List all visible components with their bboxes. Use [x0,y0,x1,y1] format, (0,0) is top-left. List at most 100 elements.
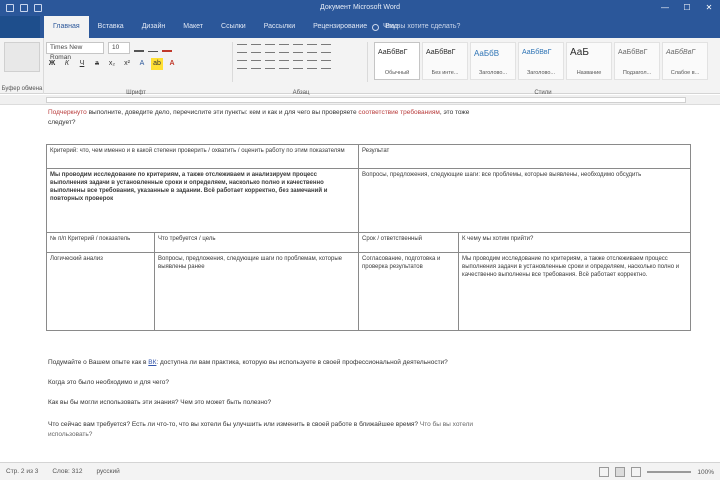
style-no-spacing[interactable]: АаБбВвГ Без инте... [422,42,468,80]
style-heading-2[interactable]: АаБбВвГ Заголово... [518,42,564,80]
style-sample: АаБбВвГ [618,49,648,56]
style-name: Без инте... [431,70,459,76]
title-bar: Документ Microsoft Word — ☐ ✕ [0,0,720,16]
font-size-select[interactable]: 10 [108,42,130,54]
table-cell[interactable]: Мы проводим исследование по критериям, а… [458,252,692,331]
table-cell[interactable]: Вопросы, предложения, следующие шаги по … [153,252,360,331]
align-center-icon[interactable] [251,60,261,69]
strikethrough-icon[interactable]: a [91,58,103,70]
clipboard-group: Буфер обмена [0,38,44,94]
table-cell[interactable]: № п/п Критерий / показатель [46,232,155,253]
text-effects-icon[interactable]: A [136,58,148,70]
zoom-slider[interactable] [647,471,692,473]
numbering-icon[interactable] [251,44,261,53]
style-name: Обычный [384,70,410,76]
align-right-icon[interactable] [265,60,275,69]
style-name: Подзагол... [622,70,652,76]
decrease-indent-icon[interactable] [279,44,289,53]
bullets-icon[interactable] [237,44,247,53]
table-cell[interactable]: Критерий: что, чем именно и в какой степ… [45,144,360,169]
clear-format-icon[interactable] [162,42,172,52]
language-indicator[interactable]: русский [96,463,119,480]
multilevel-list-icon[interactable] [265,44,275,53]
tab-review[interactable]: Рецензирование [304,16,376,38]
document-page[interactable]: Подчеркнуто выполните, доведите дело, пе… [44,106,692,462]
shading-icon[interactable] [307,60,317,69]
style-sample: АаБбВвГ [378,49,408,56]
print-layout-icon[interactable] [615,467,626,477]
tab-mailings[interactable]: Рассылки [255,16,304,38]
table-row: Критерий: что, чем именно и в какой степ… [45,144,692,169]
align-left-icon[interactable] [237,60,247,69]
document-area[interactable]: Подчеркнуто выполните, доведите дело, пе… [0,106,720,462]
question-4-line-2: использовать? [48,431,93,438]
table-cell[interactable]: Срок / ответственный [358,232,460,253]
sort-icon[interactable] [307,44,317,53]
save-icon[interactable] [6,4,14,12]
tell-me-box[interactable]: Что вы хотите сделать? [372,21,460,33]
font-name-select[interactable]: Times New Roman [46,42,104,61]
paste-button[interactable] [4,42,40,72]
redo-icon[interactable] [34,4,42,12]
style-heading-1[interactable]: АаБбВ Заголово... [470,42,516,80]
maximize-button[interactable]: ☐ [676,0,698,16]
table-cell[interactable]: К чему мы хотим прийти? [458,232,692,253]
show-marks-icon[interactable] [321,44,331,53]
tab-insert[interactable]: Вставка [89,16,133,38]
zoom-level[interactable]: 100% [697,469,714,476]
question-3: Как вы бы могли использовать эти знания?… [48,399,272,406]
tab-home[interactable]: Главная [44,16,89,38]
style-subtle-emphasis[interactable]: АаБбВвГ Слабое в... [662,42,708,80]
font-color-icon[interactable]: A [166,58,178,70]
table-cell[interactable]: Логический анализ [46,252,155,331]
close-button[interactable]: ✕ [698,0,720,16]
question-4-tail: Что бы вы хотели [418,421,474,428]
table-cell[interactable]: Мы проводим исследование по критериям, а… [45,168,360,233]
intro-line-2: следует? [48,119,76,126]
table-cell[interactable]: Результат [358,144,692,169]
tab-layout[interactable]: Макет [174,16,212,38]
justify-icon[interactable] [279,60,289,69]
horizontal-ruler[interactable] [0,95,720,105]
tab-design[interactable]: Дизайн [133,16,175,38]
style-title[interactable]: АаБ Название [566,42,612,80]
styles-gallery: АаБбВвГ Обычный АаБбВвГ Без инте... АаБб… [374,42,712,96]
web-layout-icon[interactable] [631,467,642,477]
increase-indent-icon[interactable] [293,44,303,53]
window-controls: — ☐ ✕ [654,0,720,16]
table-cell[interactable]: Согласование, подготовка и проверка резу… [358,252,460,331]
page-count[interactable]: Стр. 2 из 3 [6,463,38,480]
word-count[interactable]: Слов: 312 [52,463,82,480]
italic-icon[interactable]: К [61,58,73,70]
table-cell[interactable]: Что требуется / цель [153,232,360,253]
list-buttons [237,44,331,53]
window-title: Документ Microsoft Word [320,4,400,11]
style-name: Заголово... [526,70,556,76]
table-cell[interactable]: Вопросы, предложения, следующие шаги: вс… [358,168,692,233]
line-spacing-icon[interactable] [293,60,303,69]
minimize-button[interactable]: — [654,0,676,16]
question-4: Что сейчас вам требуется? Есть ли что-то… [48,420,688,430]
intro-line: Подчеркнуто выполните, доведите дело, пе… [48,108,688,118]
undo-icon[interactable] [20,4,28,12]
borders-icon[interactable] [321,60,331,69]
tell-me-text: Что вы хотите сделать? [383,23,461,30]
table-row: № п/п Критерий / показатель Что требуетс… [46,232,692,253]
intro-text: выполните, доведите дело, перечислите эт… [86,109,357,116]
read-mode-icon[interactable] [599,467,610,477]
tab-references[interactable]: Ссылки [212,16,255,38]
style-normal[interactable]: АаБбВвГ Обычный [374,42,420,80]
superscript-icon[interactable]: x² [121,58,133,70]
table-row: Логический анализ Вопросы, предложения, … [46,252,692,331]
subscript-icon[interactable]: x₂ [106,58,118,70]
status-right: 100% [599,466,714,478]
bold-icon[interactable]: Ж [46,58,58,70]
style-subtitle[interactable]: АаБбВвГ Подзагол... [614,42,660,80]
table-row: Мы проводим исследование по критериям, а… [45,168,692,233]
shrink-font-icon[interactable] [148,42,158,52]
highlight-icon[interactable]: ab [151,58,163,70]
font-group: Times New Roman 10 Ж К Ч a x₂ x² A ab A … [46,42,226,96]
tab-file[interactable] [0,16,40,38]
underline-icon[interactable]: Ч [76,58,88,70]
grow-font-icon[interactable] [134,42,144,52]
